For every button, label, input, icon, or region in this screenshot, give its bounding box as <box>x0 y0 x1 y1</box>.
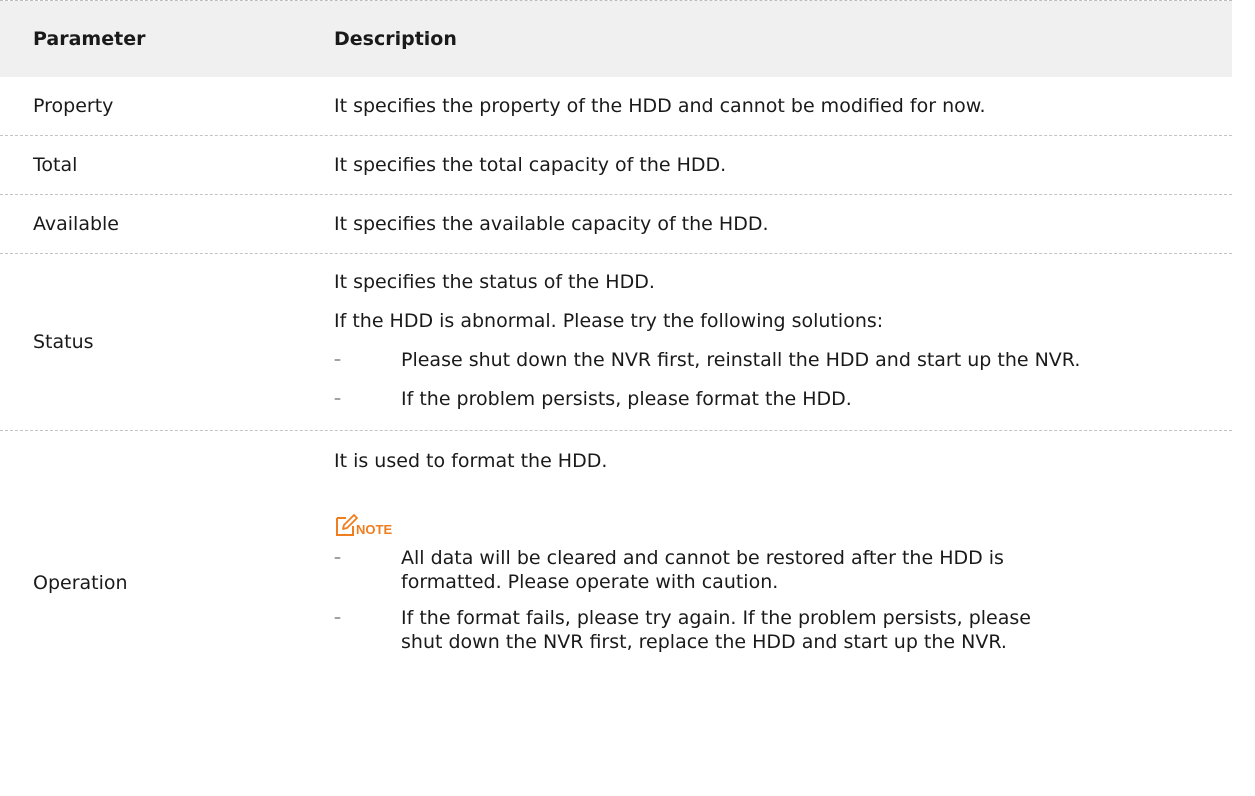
table-row-operation: Operation It is used to format the HDD. … <box>0 431 1232 735</box>
operation-list: – All data will be cleared and cannot be… <box>334 546 1222 654</box>
table-row: Total It specifies the total capacity of… <box>0 136 1232 195</box>
status-paragraph: If the HDD is abnormal. Please try the f… <box>334 310 884 332</box>
list-item: – If the format fails, please try again.… <box>334 606 1222 654</box>
table-row: Property It specifies the property of th… <box>0 77 1232 136</box>
row-parameter: Property <box>33 95 114 117</box>
dash-bullet: – <box>334 391 341 407</box>
status-paragraph: It specifies the status of the HDD. <box>334 271 655 293</box>
parameter-table: Parameter Description Property It specif… <box>0 0 1232 735</box>
list-item-text: If the problem persists, please format t… <box>401 388 852 410</box>
note-callout: NOTE <box>334 508 1222 538</box>
header-description: Description <box>334 28 457 50</box>
row-parameter: Total <box>33 154 78 176</box>
row-parameter: Available <box>33 213 120 235</box>
dash-bullet: – <box>334 352 341 368</box>
row-parameter: Status <box>33 331 94 353</box>
list-item-text: All data will be cleared and cannot be r… <box>401 547 1004 593</box>
table-header-row: Parameter Description <box>0 1 1232 77</box>
row-description: It specifies the property of the HDD and… <box>334 95 986 117</box>
header-parameter: Parameter <box>33 28 146 50</box>
list-item-text: If the format fails, please try again. I… <box>401 607 1031 653</box>
note-label: NOTE <box>356 522 393 537</box>
list-item: – If the problem persists, please format… <box>334 387 1222 411</box>
note-pencil-icon <box>334 512 358 538</box>
status-description: It specifies the status of the HDD. If t… <box>334 254 1232 430</box>
row-description: It specifies the available capacity of t… <box>334 213 769 235</box>
row-parameter: Operation <box>33 572 128 594</box>
table-row: Available It specifies the available cap… <box>0 195 1232 254</box>
operation-description: It is used to format the HDD. NOTE – All… <box>334 431 1232 735</box>
dash-bullet: – <box>334 610 341 626</box>
row-description: It specifies the total capacity of the H… <box>334 154 727 176</box>
operation-paragraph: It is used to format the HDD. <box>334 450 608 472</box>
dash-bullet: – <box>334 550 341 566</box>
table-row-status: Status It specifies the status of the HD… <box>0 254 1232 431</box>
list-item-text: Please shut down the NVR first, reinstal… <box>401 349 1081 371</box>
list-item: – Please shut down the NVR first, reinst… <box>334 348 1222 372</box>
list-item: – All data will be cleared and cannot be… <box>334 546 1222 594</box>
